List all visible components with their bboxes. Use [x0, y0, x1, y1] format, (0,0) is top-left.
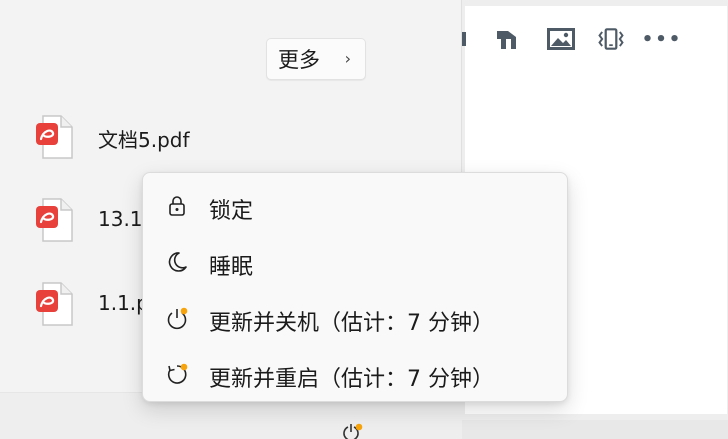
pdf-file-icon — [36, 282, 73, 326]
menu-item-label: 更新并关机（估计：7 分钟） — [209, 311, 494, 336]
document-status-strip — [462, 420, 728, 439]
sleep-moon-icon — [168, 252, 187, 272]
menu-item-label: 更新并重启（估计：7 分钟） — [209, 367, 494, 392]
lock-icon — [169, 196, 185, 216]
menu-item-label: 锁定 — [209, 199, 254, 224]
chevron-right-icon: › — [344, 49, 351, 68]
update-shutdown-icon — [167, 307, 188, 330]
menu-item-label: 睡眠 — [209, 255, 254, 280]
more-button-label: 更多 — [278, 48, 320, 72]
menu-item-lock[interactable]: 锁定 — [149, 181, 561, 231]
recent-file-item[interactable]: 文档5.pdf — [34, 114, 434, 164]
vibrate-icon[interactable] — [596, 24, 626, 54]
text-art-icon[interactable] — [492, 24, 522, 54]
menu-item-update-restart[interactable]: 更新并重启（估计：7 分钟） — [149, 349, 561, 399]
more-icon[interactable]: ••• — [642, 24, 681, 54]
recent-file-name: 文档5.pdf — [98, 128, 190, 152]
more-button[interactable]: 更多 › — [266, 38, 366, 80]
power-options-menu: 锁定 睡眠 更新并关机（估计：7 分钟） 更新并重启（估计：7 分钟） — [142, 172, 568, 402]
ribbon-toolbar: ••• — [458, 18, 728, 60]
power-icon[interactable] — [340, 423, 364, 439]
menu-item-sleep[interactable]: 睡眠 — [149, 237, 561, 287]
pdf-file-icon — [36, 115, 73, 159]
menu-item-update-shutdown[interactable]: 更新并关机（估计：7 分钟） — [149, 293, 561, 343]
update-restart-icon — [167, 363, 188, 384]
pdf-file-icon — [36, 198, 73, 242]
image-icon[interactable] — [546, 24, 576, 54]
